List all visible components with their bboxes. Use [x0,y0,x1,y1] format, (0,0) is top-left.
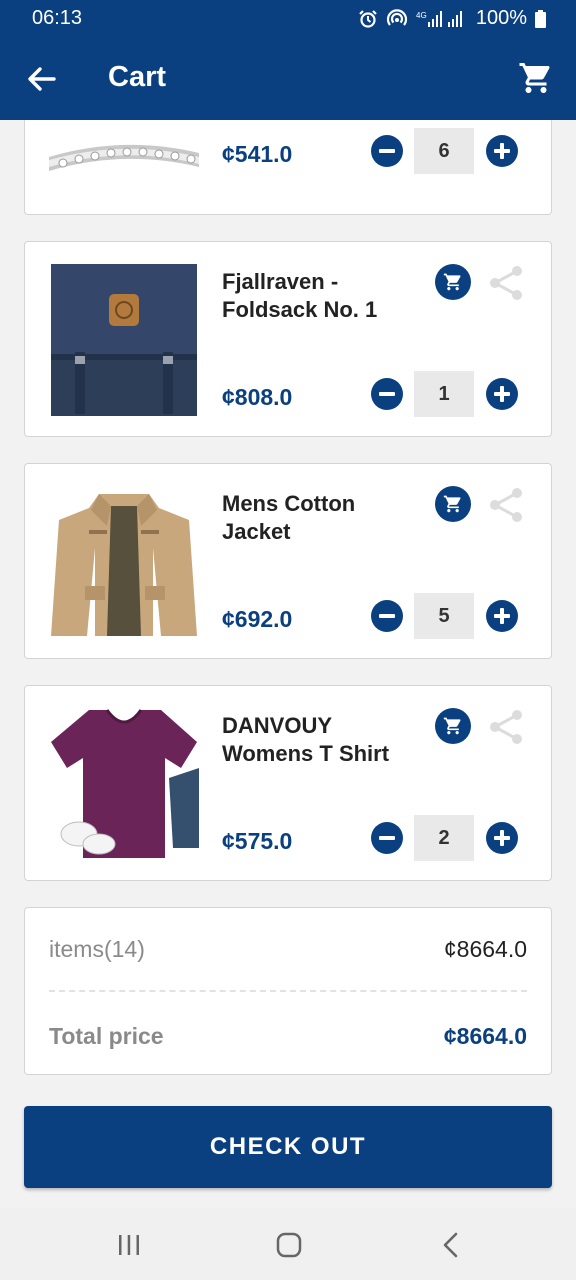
cart-icon [443,273,461,291]
product-price: ¢808.0 [222,384,293,410]
product-image [49,708,199,860]
divider [49,990,527,992]
svg-text:4G: 4G [416,11,427,20]
items-total: ¢8664.0 [443,936,527,962]
add-to-cart-button[interactable] [435,264,471,300]
battery-text: 100% [475,7,527,29]
cart-list[interactable]: ¢541.0 6 Fjallraven - Foldsack No. 1 ¢80… [0,120,576,1208]
product-price: ¢541.0 [222,141,293,167]
product-price: ¢692.0 [222,606,293,632]
quantity-value: 1 [414,371,474,417]
items-count-label: items(14) [49,936,145,962]
share-icon[interactable] [487,708,525,746]
status-time: 06:13 [32,7,83,29]
arrow-back-icon[interactable] [24,62,58,96]
battery-icon [535,9,546,28]
quantity-value: 5 [414,593,474,639]
decrease-quantity-button[interactable] [371,135,403,167]
page-title: Cart [108,61,167,93]
product-price: ¢575.0 [222,828,293,854]
add-to-cart-button[interactable] [435,708,471,744]
product-name: Fjallraven - Foldsack No. 1 [222,269,378,322]
total-price-label: Total price [49,1023,164,1049]
total-price-value: ¢8664.0 [443,1023,527,1049]
recent-apps-icon[interactable] [117,1234,141,1256]
decrease-quantity-button[interactable] [371,378,403,410]
back-icon[interactable] [440,1232,462,1258]
quantity-value: 2 [414,815,474,861]
alarm-icon [359,9,377,28]
product-image [49,486,199,638]
increase-quantity-button[interactable] [486,378,518,410]
decrease-quantity-button[interactable] [371,600,403,632]
share-icon[interactable] [487,264,525,302]
cart-item: Mens Cotton Jacket ¢692.0 5 [24,463,552,659]
status-icons: 4G 100% [358,7,546,30]
increase-quantity-button[interactable] [486,135,518,167]
cart-item: DANVOUY Womens T Shirt ¢575.0 2 [24,685,552,881]
status-bar: 06:13 4G 100% [0,0,576,38]
cart-icon [443,495,461,513]
cart-item: ¢541.0 6 [24,120,552,215]
system-nav-bar [0,1208,576,1280]
increase-quantity-button[interactable] [486,822,518,854]
checkout-button[interactable]: CHECK OUT [24,1106,552,1188]
decrease-quantity-button[interactable] [371,822,403,854]
hotspot-icon [386,8,407,26]
product-name: DANVOUY Womens T Shirt [222,713,390,766]
product-image [49,264,199,416]
cart-item: Fjallraven - Foldsack No. 1 ¢808.0 1 [24,241,552,437]
app-bar: Cart [0,38,576,120]
share-icon[interactable] [487,486,525,524]
add-to-cart-button[interactable] [435,486,471,522]
product-image [49,120,199,173]
home-icon[interactable] [276,1232,302,1258]
cart-icon [443,717,461,735]
signal-icon: 4G [416,10,462,27]
order-summary: items(14) ¢8664.0 Total price ¢8664.0 [24,907,552,1075]
product-name: Mens Cotton Jacket [222,491,356,544]
increase-quantity-button[interactable] [486,600,518,632]
quantity-value: 6 [414,128,474,174]
shopping-cart-icon[interactable] [518,60,554,96]
